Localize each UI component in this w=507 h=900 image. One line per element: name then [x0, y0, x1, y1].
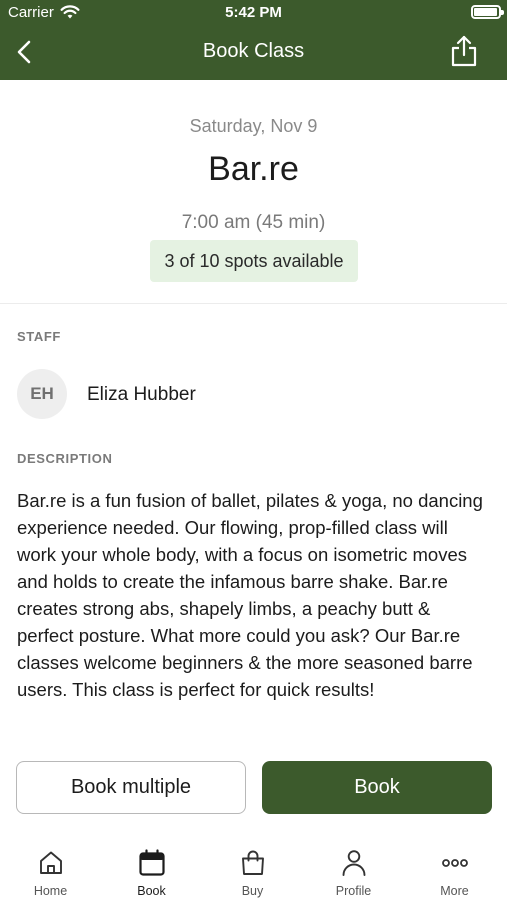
status-time: 5:42 PM [225, 4, 282, 21]
book-button[interactable]: Book [262, 761, 492, 814]
class-time: 7:00 am (45 min) [181, 212, 326, 233]
tab-home[interactable]: Home [0, 836, 101, 900]
page-title: Book Class [202, 40, 305, 62]
battery-icon [471, 5, 504, 19]
calendar-icon [139, 849, 165, 876]
tab-label: Buy [241, 884, 264, 898]
more-dots-icon [442, 859, 468, 867]
tab-label: Profile [335, 884, 372, 898]
spots-available-badge: 3 of 10 spots available [150, 240, 358, 282]
class-header: Saturday, Nov 9 Bar.re 7:00 am (45 min) … [0, 80, 507, 304]
status-bar: Carrier 5:42 PM [0, 0, 507, 24]
person-icon [342, 850, 366, 876]
tab-profile[interactable]: Profile [303, 836, 404, 900]
shopping-bag-icon [242, 850, 264, 875]
home-icon [40, 851, 62, 874]
tab-book[interactable]: Book [101, 836, 202, 900]
book-multiple-button[interactable]: Book multiple [16, 761, 246, 814]
staff-avatar: EH [17, 369, 67, 419]
tab-bar: Home Book Buy Profile More [0, 836, 507, 900]
class-description: Bar.re is a fun fusion of ballet, pilate… [17, 490, 483, 700]
share-icon[interactable] [449, 34, 479, 68]
staff-section-label: STAFF [17, 329, 61, 344]
description-section-label: DESCRIPTION [17, 451, 113, 466]
nav-bar: Book Class [0, 24, 507, 80]
tab-more[interactable]: More [404, 836, 505, 900]
class-name: Bar.re [208, 150, 299, 188]
staff-name: Eliza Hubber [87, 384, 196, 405]
class-date: Saturday, Nov 9 [189, 116, 318, 136]
tab-buy[interactable]: Buy [202, 836, 303, 900]
battery-level [474, 8, 497, 16]
tab-label: Home [33, 884, 68, 898]
tab-label: Book [137, 884, 166, 898]
tab-label: More [440, 884, 469, 898]
